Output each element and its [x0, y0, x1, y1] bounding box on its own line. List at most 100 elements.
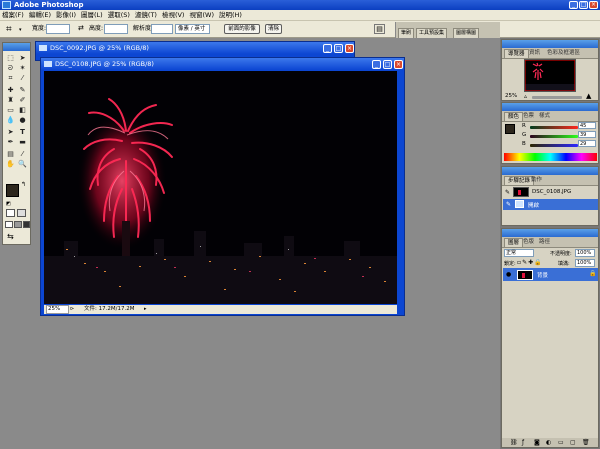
swap-dimensions-icon[interactable]: ⇄ — [78, 24, 84, 32]
menu-select[interactable]: 選取(S) — [106, 10, 133, 21]
paths-tab[interactable]: 路徑 — [536, 238, 553, 247]
hand-tool-icon[interactable]: ✋ — [5, 160, 16, 169]
layer-style-icon[interactable]: ƒ — [522, 438, 524, 447]
eraser-tool-icon[interactable]: ▭ — [5, 106, 16, 115]
channels-tab[interactable]: 色版 — [520, 238, 537, 247]
layer-comps-tab[interactable]: 圖層構圖 — [453, 28, 480, 38]
healing-brush-icon[interactable]: ✚ — [5, 86, 16, 95]
menu-edit[interactable]: 編輯(E) — [27, 10, 54, 21]
styles-tab[interactable]: 樣式 — [536, 112, 553, 121]
blend-mode-select[interactable]: 正常 — [504, 249, 534, 257]
slice-tool-icon[interactable]: ⁄ — [17, 74, 28, 83]
file-browser-icon[interactable]: ▤ — [374, 24, 385, 34]
gradient-tool-icon[interactable]: ◧ — [17, 106, 28, 115]
crop-tool-icon[interactable]: ⌗ — [5, 74, 16, 83]
minimize-icon[interactable]: _ — [569, 1, 578, 9]
history-brush-source-icon[interactable]: ✎ — [506, 201, 511, 208]
color-spectrum-ramp[interactable] — [504, 153, 597, 161]
resolution-unit-select[interactable]: 像素 / 英寸 — [175, 24, 210, 34]
marquee-tool-icon[interactable]: ⬚ — [5, 54, 16, 63]
status-menu-icon[interactable]: ⊳ — [70, 305, 74, 314]
maximize-icon[interactable]: □ — [579, 1, 588, 9]
minimize-icon[interactable]: _ — [323, 44, 332, 53]
menu-file[interactable]: 檔案(F) — [0, 10, 27, 21]
move-tool-icon[interactable]: ➤ — [17, 54, 28, 63]
color-foreground-swatch[interactable] — [505, 124, 515, 134]
layer-row-background[interactable]: ● 背景 🔒 — [503, 268, 598, 281]
link-icon[interactable]: ⛓ — [510, 438, 518, 447]
imageready-icon[interactable]: ⇆ — [7, 232, 14, 241]
swatches-tab[interactable]: 色票 — [520, 112, 537, 121]
notes-tool-icon[interactable]: ▤ — [5, 150, 16, 159]
menu-view[interactable]: 檢視(V) — [160, 10, 188, 21]
quick-mask-icon[interactable] — [17, 209, 26, 217]
green-slider[interactable] — [530, 135, 578, 138]
opacity-field[interactable]: 100% — [575, 249, 595, 257]
clone-stamp-icon[interactable]: ♜ — [5, 96, 16, 105]
standard-mode-icon[interactable] — [6, 209, 15, 217]
full-screen-menu-icon[interactable] — [14, 221, 22, 228]
standard-screen-icon[interactable] — [5, 221, 13, 228]
history-brush-icon[interactable]: ✐ — [17, 96, 28, 105]
default-colors-icon[interactable]: ◩ — [6, 201, 11, 207]
menu-help[interactable]: 說明(H) — [217, 10, 245, 21]
maximize-icon[interactable]: □ — [383, 60, 392, 69]
path-selection-icon[interactable]: ➤ — [5, 128, 16, 137]
minimize-icon[interactable]: _ — [372, 60, 381, 69]
menu-image[interactable]: 影像(I) — [54, 10, 79, 21]
zoom-out-icon[interactable]: ▵ — [524, 93, 527, 100]
red-value-field[interactable]: 45 — [578, 122, 596, 129]
maximize-icon[interactable]: □ — [334, 44, 343, 53]
red-slider[interactable] — [530, 126, 578, 129]
resolution-field[interactable] — [151, 24, 173, 34]
menu-window[interactable]: 視窗(W) — [187, 10, 217, 21]
lock-icons[interactable]: ▫✎✚🔒 — [517, 259, 543, 266]
new-layer-icon[interactable]: ▢ — [570, 438, 576, 447]
height-field[interactable] — [104, 24, 128, 34]
close-icon[interactable]: × — [345, 44, 354, 53]
status-arrow-icon[interactable]: ▸ — [144, 305, 147, 314]
dodge-tool-icon[interactable]: ● — [17, 116, 28, 125]
document-window-front[interactable]: DSC_0108.JPG @ 25% (RGB/8) _ □ × 25% ⊳ 文… — [40, 57, 405, 316]
fill-field[interactable]: 100% — [575, 259, 595, 267]
info-tab[interactable]: 資訊 — [526, 49, 543, 58]
type-tool-icon[interactable]: T — [17, 128, 28, 137]
zoom-in-icon[interactable]: ▲ — [586, 92, 591, 100]
new-group-icon[interactable]: ▭ — [558, 438, 564, 447]
eye-icon[interactable]: ● — [506, 271, 511, 278]
menu-filter[interactable]: 濾鏡(T) — [133, 10, 160, 21]
pen-tool-icon[interactable]: ✒ — [5, 138, 16, 147]
tool-presets-tab[interactable]: 工具預設集 — [416, 28, 448, 38]
zoom-field[interactable]: 25% — [46, 305, 69, 314]
blur-tool-icon[interactable]: 💧 — [5, 116, 16, 125]
green-value-field[interactable]: 39 — [578, 131, 596, 138]
history-snapshot-row[interactable]: ✎ DSC_0108.JPG — [503, 186, 598, 198]
tool-preset-arrow-icon[interactable]: ▾ — [19, 27, 22, 33]
close-icon[interactable]: × — [589, 1, 598, 9]
image-canvas[interactable] — [44, 71, 397, 304]
brush-tool-icon[interactable]: ✎ — [17, 86, 28, 95]
blue-value-field[interactable]: 29 — [578, 140, 596, 147]
histogram-tab[interactable]: 色彩及框選區 — [544, 49, 583, 58]
actions-tab[interactable]: 動作 — [528, 176, 545, 185]
menu-layer[interactable]: 圖層(L) — [79, 10, 106, 21]
swap-colors-icon[interactable]: ↰ — [21, 181, 26, 188]
width-field[interactable] — [46, 24, 70, 34]
delete-layer-icon[interactable]: 🗑 — [582, 438, 590, 447]
history-brush-source-icon[interactable]: ✎ — [505, 189, 510, 196]
blue-slider[interactable] — [530, 144, 578, 147]
clear-button[interactable]: 清除 — [265, 24, 282, 34]
navigator-zoom[interactable]: 25% — [505, 93, 517, 99]
magic-wand-tool-icon[interactable]: ✶ — [17, 64, 28, 73]
brushes-tab[interactable]: 筆刷 — [398, 28, 415, 38]
front-image-button[interactable]: 前面的影像 — [224, 24, 260, 34]
layer-mask-icon[interactable]: ◙ — [534, 438, 540, 447]
adjustment-layer-icon[interactable]: ◐ — [546, 438, 551, 447]
foreground-color-swatch[interactable] — [6, 184, 19, 197]
lasso-tool-icon[interactable]: ᘐ — [5, 64, 16, 73]
history-step-open[interactable]: ✎ 開啟 — [503, 199, 598, 210]
close-icon[interactable]: × — [394, 60, 403, 69]
navigator-thumbnail[interactable] — [524, 59, 576, 92]
zoom-tool-icon[interactable]: 🔍 — [17, 160, 28, 169]
crop-tool-icon[interactable]: ⌗ — [6, 24, 17, 35]
